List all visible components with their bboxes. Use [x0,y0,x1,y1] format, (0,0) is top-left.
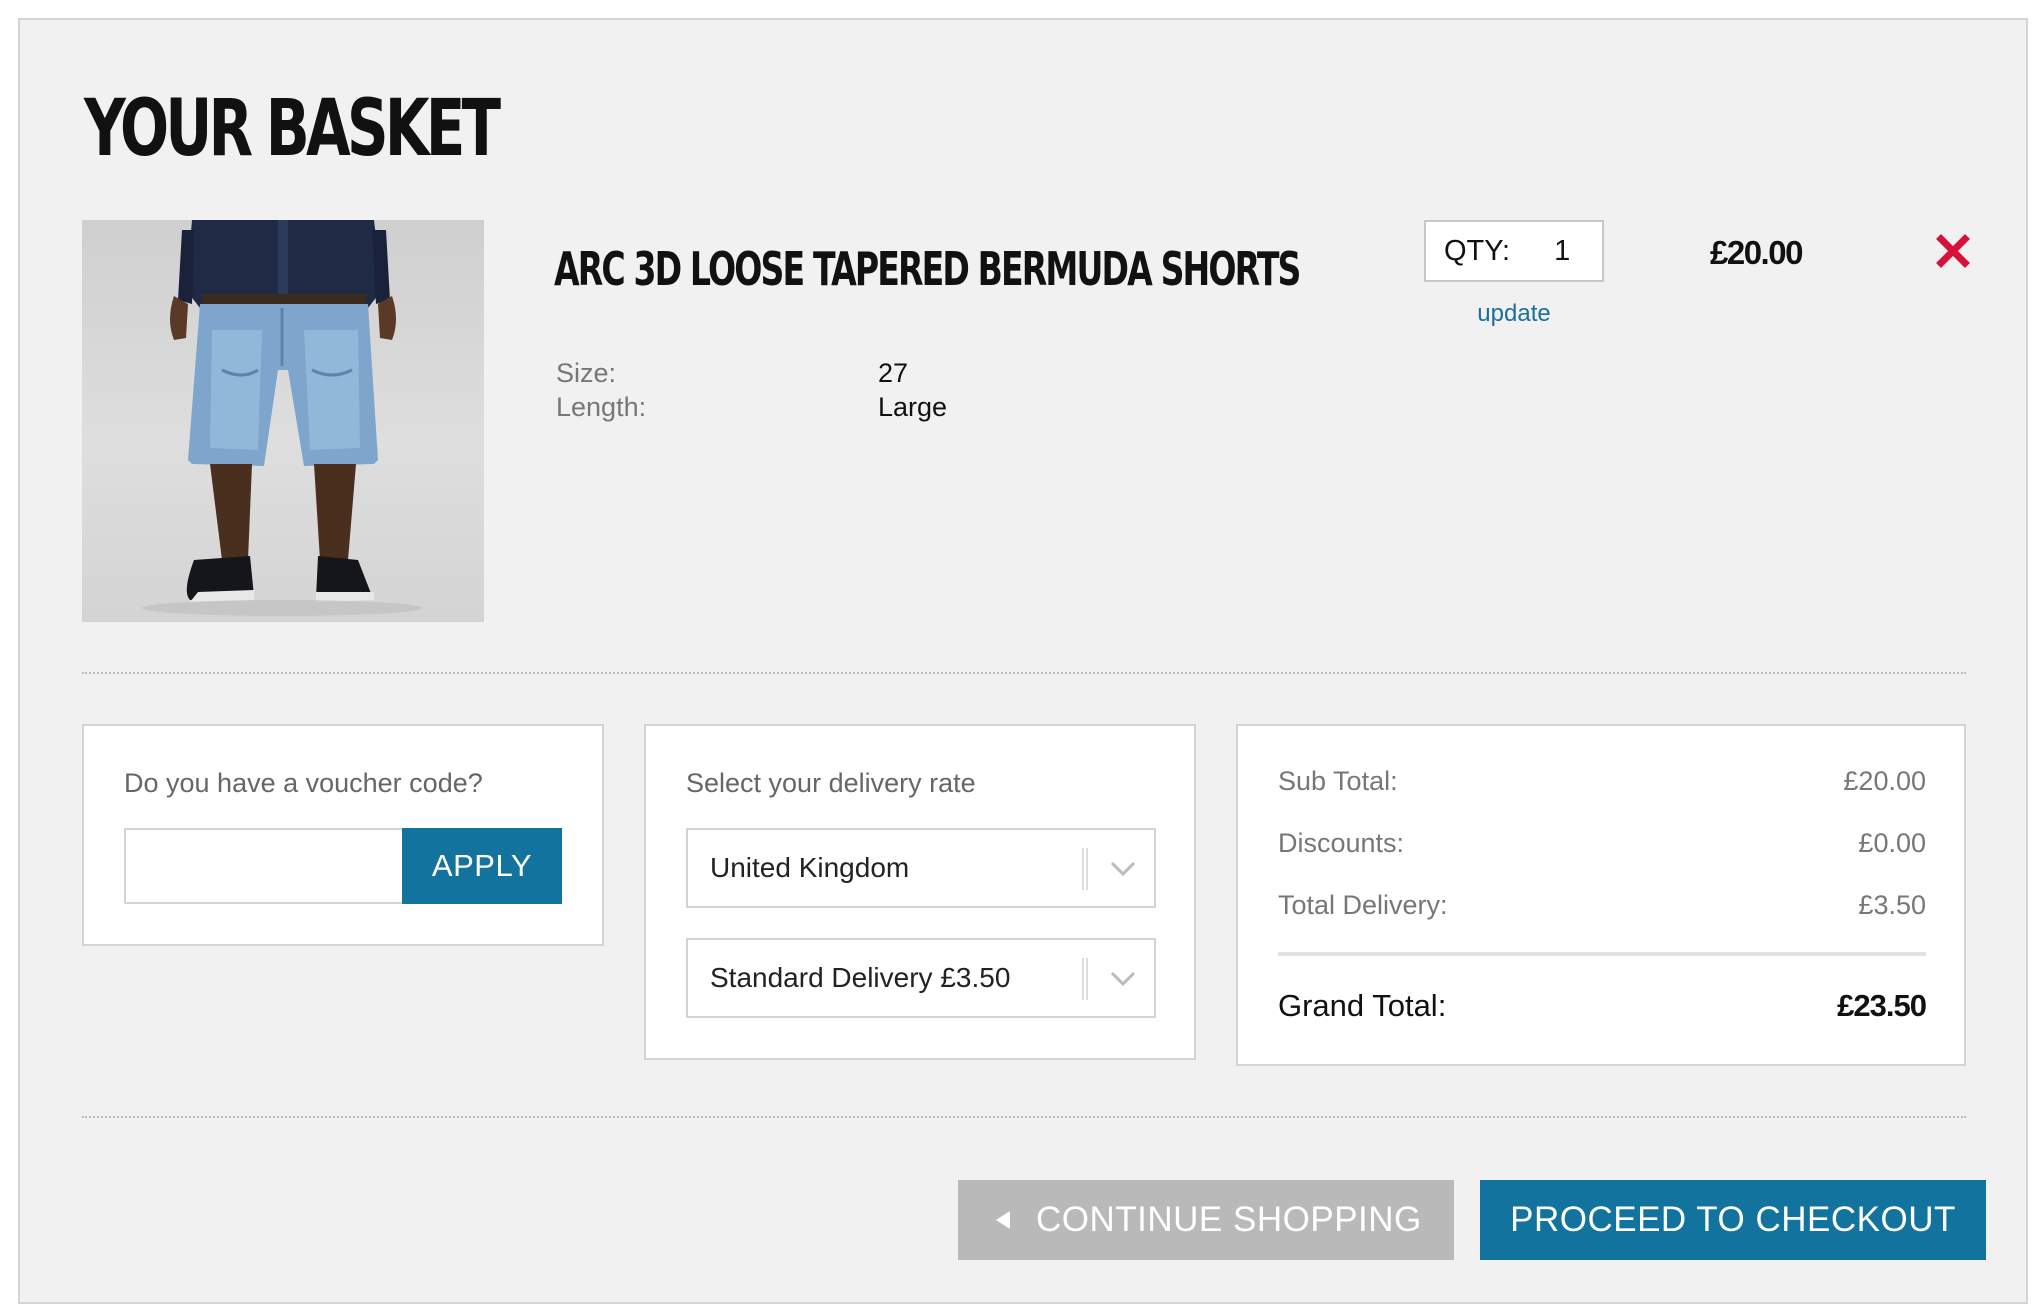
section-divider [82,672,1966,674]
close-icon[interactable] [1936,234,1970,268]
quantity-value[interactable]: 1 [1554,235,1570,268]
discounts-row: Discounts: £0.00 [1278,828,1926,859]
attribute-value: 27 [878,358,909,388]
voucher-code-input[interactable] [124,828,404,904]
totals-divider [1278,952,1926,956]
voucher-heading: Do you have a voucher code? [124,768,483,798]
page-title: YOUR BASKET [84,84,501,174]
delivery-box: Select your delivery rate United Kingdom… [644,724,1196,1060]
order-totals-box: Sub Total: £20.00 Discounts: £0.00 Total… [1236,724,1966,1066]
voucher-box: Do you have a voucher code? APPLY [82,724,604,946]
apply-voucher-button[interactable]: APPLY [402,828,562,904]
subtotal-row: Sub Total: £20.00 [1278,766,1926,797]
subtotal-label: Sub Total: [1278,766,1398,796]
country-select[interactable]: United Kingdom [686,828,1156,908]
delivery-rate-select[interactable]: Standard Delivery £3.50 [686,938,1156,1018]
select-separator [1082,958,1088,1000]
attribute-value: Large [878,392,948,422]
delivery-total-row: Total Delivery: £3.50 [1278,890,1926,921]
delivery-total-label: Total Delivery: [1278,890,1448,920]
attribute-label: Length: [556,392,647,422]
discounts-label: Discounts: [1278,828,1405,858]
select-separator [1082,848,1088,890]
update-quantity-link[interactable]: update [1466,300,1562,328]
subtotal-value: £20.00 [1843,766,1926,796]
country-select-value: United Kingdom [710,852,910,883]
item-price: £20.00 [1710,234,1803,271]
continue-shopping-label: CONTINUE SHOPPING [1036,1200,1422,1239]
chevron-down-icon [1110,971,1136,987]
discounts-value: £0.00 [1858,828,1926,858]
attribute-size: Size: 27 [556,356,947,390]
delivery-rate-select-value: Standard Delivery £3.50 [710,962,1011,993]
product-attributes: Size: 27 Length: Large [556,356,947,424]
quantity-field[interactable]: QTY: 1 [1424,220,1604,282]
grand-total-row: Grand Total: £23.50 [1278,988,1927,1024]
delivery-total-value: £3.50 [1858,890,1926,920]
grand-total-label: Grand Total: [1278,988,1447,1023]
product-image[interactable] [82,220,484,622]
delivery-heading: Select your delivery rate [686,768,976,798]
quantity-label: QTY: [1444,234,1511,267]
grand-total-value: £23.50 [1837,988,1927,1023]
product-photo [142,220,422,616]
continue-shopping-button[interactable]: CONTINUE SHOPPING [958,1180,1454,1260]
attribute-length: Length: Large [556,390,947,424]
section-divider [82,1116,1966,1118]
product-name[interactable]: ARC 3D LOOSE TAPERED BERMUDA SHORTS [554,246,1301,292]
basket-panel: YOUR BASKET ARC 3D LOOSE TAPERED BERMUDA… [18,18,2028,1304]
attribute-label: Size: [556,358,617,388]
proceed-to-checkout-button[interactable]: PROCEED TO CHECKOUT [1480,1180,1986,1260]
back-arrow-icon [996,1211,1010,1229]
chevron-down-icon [1110,861,1136,877]
